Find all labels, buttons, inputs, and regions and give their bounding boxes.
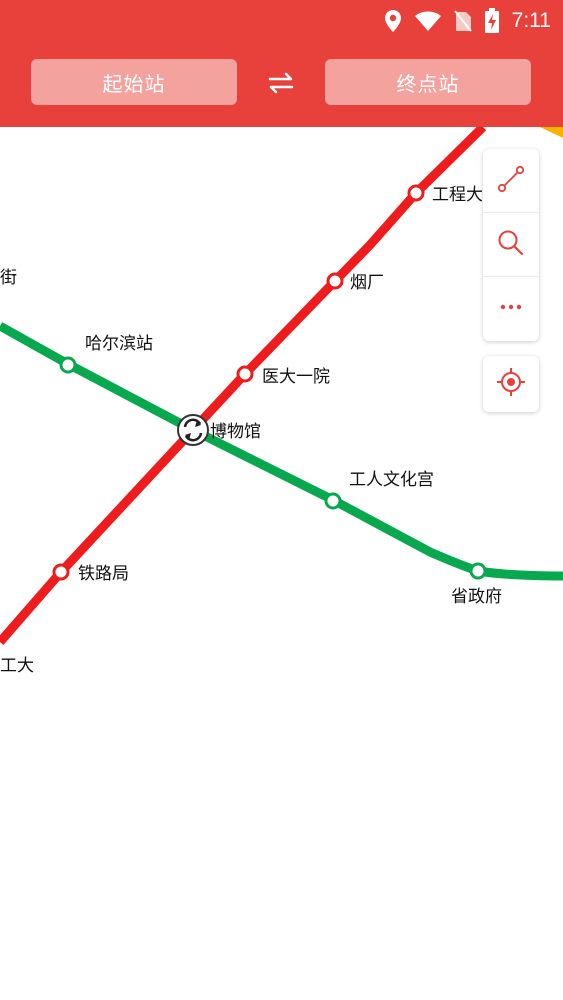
swap-icon[interactable] xyxy=(266,70,296,96)
yellow-line-fragment xyxy=(540,127,563,138)
green-line xyxy=(0,322,563,581)
red-line xyxy=(0,127,487,645)
station-marker-harbin-zhan[interactable] xyxy=(59,356,77,374)
status-bar: 7:11 xyxy=(384,6,551,36)
station-marker-yanchang[interactable] xyxy=(326,272,344,290)
end-station-button[interactable]: 终点站 xyxy=(325,59,531,105)
station-label-hagongda[interactable]: 哈工大 xyxy=(0,656,34,676)
location-icon xyxy=(384,9,402,33)
map-toolbox xyxy=(483,149,539,341)
status-time: 7:11 xyxy=(511,9,551,32)
top-bar: 7:11 起始站 终点站 xyxy=(0,0,563,127)
station-label-gongchengda[interactable]: 工程大 xyxy=(432,185,483,205)
station-label-shengzhengfu[interactable]: 省政府 xyxy=(451,587,502,607)
station-marker-gongren-wenhuagong[interactable] xyxy=(324,492,342,510)
more-icon xyxy=(496,292,526,326)
more-button[interactable] xyxy=(483,277,539,341)
station-label-yida-yiyuan[interactable]: 医大一院 xyxy=(262,367,330,387)
start-station-button[interactable]: 起始站 xyxy=(31,59,237,105)
locate-icon xyxy=(495,366,527,402)
subway-map[interactable]: 工程大 大街 烟厂 哈尔滨站 医大一院 博物馆 工人文化宫 铁路局 省政府 哈工… xyxy=(0,127,563,1000)
locate-button[interactable] xyxy=(483,356,539,412)
station-marker-shengzhengfu[interactable] xyxy=(469,562,487,580)
station-marker-tieluju[interactable] xyxy=(52,563,70,581)
route-icon xyxy=(496,164,526,198)
station-label-yanchang[interactable]: 烟厂 xyxy=(350,273,384,293)
station-marker-gongchengda[interactable] xyxy=(407,184,425,202)
station-label-harbin-zhan[interactable]: 哈尔滨站 xyxy=(85,334,153,354)
wifi-icon xyxy=(414,10,442,32)
transfer-icon[interactable] xyxy=(177,414,209,446)
station-marker-yida-yiyuan[interactable] xyxy=(236,365,254,383)
station-label-bowuguan[interactable]: 博物馆 xyxy=(210,422,261,442)
search-icon xyxy=(496,228,526,262)
search-button[interactable] xyxy=(483,213,539,277)
station-label-gongren-wenhuagong[interactable]: 工人文化宫 xyxy=(349,470,434,490)
route-button[interactable] xyxy=(483,149,539,213)
battery-charging-icon xyxy=(484,8,500,34)
station-label-dajie[interactable]: 大街 xyxy=(0,268,17,288)
no-sim-icon xyxy=(453,9,472,33)
station-label-tieluju[interactable]: 铁路局 xyxy=(78,564,129,584)
